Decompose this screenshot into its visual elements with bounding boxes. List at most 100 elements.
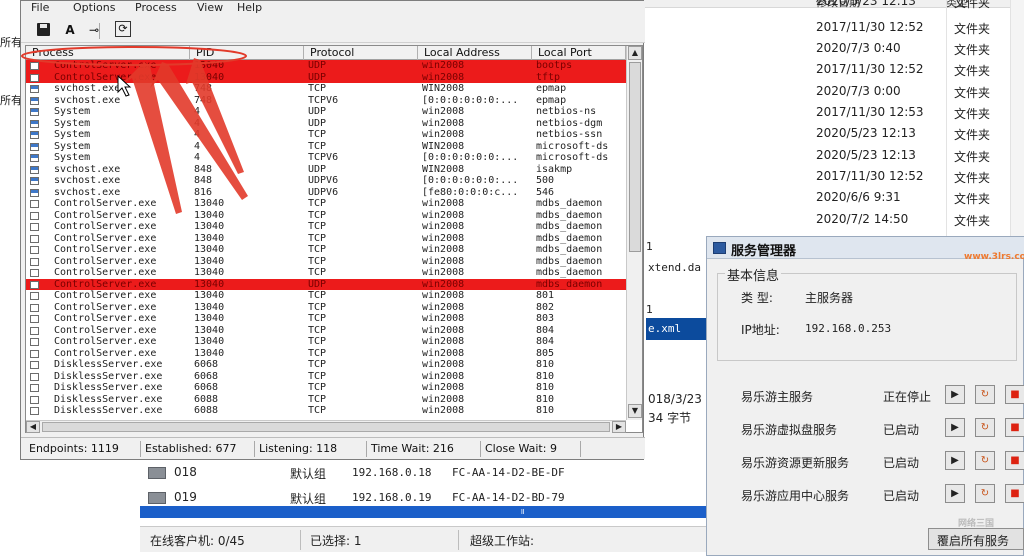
cell-process: ControlServer.exe [54, 267, 157, 278]
stop-button[interactable]: ■ [1005, 418, 1024, 437]
connection-row[interactable]: System 4 UDP win2008 netbios-ns [26, 106, 626, 118]
menu-view[interactable]: View [197, 1, 223, 14]
cell-port: mdbs_daemon [536, 221, 603, 232]
connection-row[interactable]: ControlServer.exe 13040 UDP win2008 bootps [26, 60, 626, 72]
stop-button[interactable]: ■ [1005, 385, 1024, 404]
connection-row[interactable]: ControlServer.exe 13040 TCP win2008 mdbs_dae… [26, 244, 626, 256]
process-icon [30, 349, 39, 358]
connection-row[interactable]: svchost.exe 848 UDP WIN2008 isakmp [26, 164, 626, 176]
connection-row[interactable]: DisklessServer.exe 6068 TCP win2008 810 [26, 371, 626, 383]
connection-row[interactable]: System 4 TCP win2008 netbios-ssn [26, 129, 626, 141]
cell-protocol: UDP [308, 117, 327, 129]
connection-row[interactable]: DisklessServer.exe 6088 TCP win2008 810 [26, 405, 626, 417]
start-all-services-button[interactable]: 覆启所有服务 [928, 528, 1024, 550]
connection-row[interactable]: ControlServer.exe 13040 TCP win2008 mdbs_dae… [26, 221, 626, 233]
connection-row[interactable]: ControlServer.exe 13040 TCP win2008 mdbs_dae… [26, 267, 626, 279]
font-icon[interactable]: A [61, 21, 79, 39]
cell-pid: 13040 [194, 278, 225, 290]
mid-text-exml: e.xml [648, 322, 682, 335]
connection-row[interactable]: svchost.exe 848 UDPV6 [0:0:0:0:0:0:... 500 [26, 175, 626, 187]
cell-pid: 4 [194, 129, 201, 140]
process-icon [30, 384, 39, 392]
start-button[interactable]: ▶ [945, 484, 965, 503]
connection-row[interactable]: svchost.exe 816 UDPV6 [fe80:0:0:0:c... 546 [26, 187, 626, 199]
cell-address: win2008 [422, 301, 465, 313]
status-endpoints: Endpoints: 1119 [25, 441, 141, 457]
menu-process[interactable]: Process [135, 1, 177, 14]
connection-row[interactable]: System 4 TCPV6 [0:0:0:0:0:0:... microsoft-ds [26, 152, 626, 164]
refresh-icon[interactable]: ⟳ [115, 21, 131, 37]
connection-row[interactable]: ControlServer.exe 13040 UDP win2008 mdbs_dae… [26, 278, 626, 290]
connection-row[interactable]: ControlServer.exe 13040 TCP win2008 mdbs_dae… [26, 198, 626, 210]
save-icon[interactable] [35, 21, 53, 39]
col-process[interactable]: Process [26, 46, 190, 60]
connection-row[interactable]: DisklessServer.exe 6068 TCP win2008 810 [26, 382, 626, 394]
start-button[interactable]: ▶ [945, 385, 965, 404]
computer-icon [148, 492, 166, 504]
cell-protocol: TCP [308, 244, 327, 255]
connection-row[interactable]: DisklessServer.exe 6068 TCP win2008 810 [26, 359, 626, 371]
menu-file[interactable]: File [31, 1, 49, 14]
stop-button[interactable]: ■ [1005, 484, 1024, 503]
connection-row[interactable]: ControlServer.exe 13040 TCP win2008 803 [26, 313, 626, 325]
cell-process: svchost.exe [54, 175, 121, 186]
hscroll-thumb[interactable] [42, 422, 610, 432]
client-group: 默认组 [290, 467, 327, 481]
cell-process: svchost.exe [54, 163, 121, 175]
connection-row[interactable]: ControlServer.exe 13040 TCP win2008 805 [26, 348, 626, 360]
service-row: 易乐游主服务 正在停止 ▶ ↻ ■ [707, 383, 1024, 409]
cell-process: DisklessServer.exe [54, 382, 163, 393]
menu-help[interactable]: Help [237, 1, 262, 14]
service-name: 易乐游虚拟盘服务 [741, 423, 838, 437]
connection-row[interactable]: DisklessServer.exe 6088 TCP win2008 810 [26, 394, 626, 406]
col-protocol[interactable]: Protocol [304, 46, 418, 60]
start-button[interactable]: ▶ [945, 451, 965, 470]
col-local-port[interactable]: Local Port [532, 46, 626, 60]
process-icon [30, 223, 39, 231]
resolve-address-icon[interactable]: ⊸ [85, 21, 103, 39]
scroll-right-icon[interactable]: ▶ [612, 421, 626, 433]
connection-row[interactable]: ControlServer.exe 13040 TCP win2008 804 [26, 336, 626, 348]
cell-address: win2008 [422, 209, 465, 221]
explorer-divider [946, 0, 947, 236]
menu-options[interactable]: Options [73, 1, 115, 14]
process-icon [30, 73, 39, 82]
connection-row[interactable]: ControlServer.exe 13040 TCP win2008 802 [26, 302, 626, 314]
mid-selected-row[interactable]: e.xml [646, 318, 710, 340]
stop-button[interactable]: ■ [1005, 451, 1024, 470]
restart-button[interactable]: ↻ [975, 385, 995, 404]
client-hscrollbar[interactable]: ॥ [140, 506, 706, 518]
restart-button[interactable]: ↻ [975, 451, 995, 470]
start-button[interactable]: ▶ [945, 418, 965, 437]
connection-row[interactable]: System 4 UDP win2008 netbios-dgm [26, 118, 626, 130]
scroll-down-icon[interactable]: ▼ [628, 404, 642, 418]
list-vscrollbar[interactable]: ▲ ▼ [626, 46, 642, 420]
list-hscrollbar[interactable]: ◀ ▶ [26, 420, 626, 433]
connection-row[interactable]: ControlServer.exe 13040 TCP win2008 801 [26, 290, 626, 302]
connection-row[interactable]: svchost.exe 748 TCP WIN2008 epmap [26, 83, 626, 95]
cell-protocol: TCP [308, 313, 327, 324]
connection-row[interactable]: System 4 TCP WIN2008 microsoft-ds [26, 141, 626, 153]
cell-address: win2008 [422, 244, 465, 255]
connection-row[interactable]: ControlServer.exe 13040 TCP win2008 mdbs_dae… [26, 256, 626, 268]
connection-row[interactable]: ControlServer.exe 13040 TCP win2008 804 [26, 325, 626, 337]
row-date: 2020/5/23 12:13 [816, 148, 916, 162]
client-row[interactable]: 018 默认组 192.168.0.18 FC-AA-14-D2-BE-DF [140, 460, 706, 486]
cell-protocol: TCP [308, 382, 327, 393]
restart-button[interactable]: ↻ [975, 484, 995, 503]
client-scroll-thumb[interactable]: ॥ [520, 508, 528, 516]
connection-row[interactable]: ControlServer.exe 13040 UDP win2008 tftp [26, 71, 626, 83]
restart-button[interactable]: ↻ [975, 418, 995, 437]
scroll-up-icon[interactable]: ▲ [628, 46, 642, 60]
row-date: 2017/11/30 12:53 [816, 105, 924, 119]
cell-address: [0:0:0:0:0:0:... [422, 175, 519, 186]
col-local-address[interactable]: Local Address [418, 46, 532, 60]
scroll-thumb[interactable] [629, 62, 641, 252]
connection-row[interactable]: ControlServer.exe 13040 TCP win2008 mdbs_dae… [26, 233, 626, 245]
connection-row[interactable]: svchost.exe 748 TCPV6 [0:0:0:0:0:0:... epmap [26, 95, 626, 107]
col-pid[interactable]: PID [190, 46, 304, 60]
connection-row[interactable]: ControlServer.exe 13040 TCP win2008 mdbs_dae… [26, 210, 626, 222]
cell-port: 546 [536, 186, 555, 198]
scroll-left-icon[interactable]: ◀ [26, 421, 40, 433]
explorer-scrollbar[interactable] [1010, 0, 1024, 236]
